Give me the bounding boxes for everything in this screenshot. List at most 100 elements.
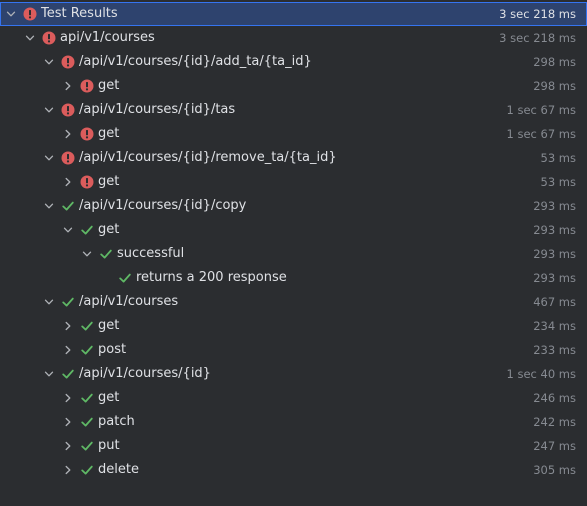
duration-label: 53 ms xyxy=(540,175,576,189)
error-icon xyxy=(79,174,95,190)
check-icon xyxy=(79,390,95,406)
error-icon xyxy=(60,150,76,166)
test-tree-row[interactable]: get 246 ms xyxy=(0,386,587,410)
test-name-label: /api/v1/courses/{id}/add_ta/{ta_id} xyxy=(79,54,312,69)
duration-label: 305 ms xyxy=(533,463,576,477)
test-tree-row[interactable]: successful 293 ms xyxy=(0,242,587,266)
test-tree-row[interactable]: /api/v1/courses/{id}/copy 293 ms xyxy=(0,194,587,218)
duration-label: 293 ms xyxy=(533,223,576,237)
test-tree-row[interactable]: get 293 ms xyxy=(0,218,587,242)
duration-label: 234 ms xyxy=(533,319,576,333)
test-name-label: /api/v1/courses/{id}/copy xyxy=(79,198,247,213)
error-icon xyxy=(79,126,95,142)
chevron-down-icon[interactable] xyxy=(41,54,57,70)
test-tree-row[interactable]: api/v1/courses 3 sec 218 ms xyxy=(0,26,587,50)
test-name-label: get xyxy=(98,126,120,141)
error-icon xyxy=(41,30,57,46)
test-tree-row[interactable]: get 1 sec 67 ms xyxy=(0,122,587,146)
chevron-down-icon[interactable] xyxy=(41,150,57,166)
test-tree-row[interactable]: put 247 ms xyxy=(0,434,587,458)
duration-label: 247 ms xyxy=(533,439,576,453)
test-name-label: /api/v1/courses/{id} xyxy=(79,366,211,381)
test-name-label: get xyxy=(98,390,120,405)
check-icon xyxy=(60,366,76,382)
check-icon xyxy=(60,294,76,310)
chevron-right-icon[interactable] xyxy=(60,462,76,478)
test-tree-row[interactable]: patch 242 ms xyxy=(0,410,587,434)
check-icon xyxy=(117,270,133,286)
duration-label: 1 sec 67 ms xyxy=(506,127,577,141)
test-results-root-row[interactable]: Test Results 3 sec 218 ms xyxy=(0,2,587,26)
test-tree-row[interactable]: /api/v1/courses/{id} 1 sec 40 ms xyxy=(0,362,587,386)
test-name-label: successful xyxy=(117,246,185,261)
check-icon xyxy=(79,438,95,454)
test-tree-row[interactable]: returns a 200 response 293 ms xyxy=(0,266,587,290)
check-icon xyxy=(98,246,114,262)
check-icon xyxy=(79,222,95,238)
test-tree-row[interactable]: post 233 ms xyxy=(0,338,587,362)
test-tree-row[interactable]: get 298 ms xyxy=(0,74,587,98)
test-tree-row[interactable]: /api/v1/courses/{id}/remove_ta/{ta_id} 53… xyxy=(0,146,587,170)
test-name-label: delete xyxy=(98,462,139,477)
duration-label: 293 ms xyxy=(533,247,576,261)
test-name-label: get xyxy=(98,222,120,237)
chevron-down-icon[interactable] xyxy=(79,246,95,262)
chevron-right-icon[interactable] xyxy=(60,342,76,358)
error-icon xyxy=(60,54,76,70)
test-name-label: /api/v1/courses/{id}/tas xyxy=(79,102,236,117)
test-tree-row[interactable]: /api/v1/courses 467 ms xyxy=(0,290,587,314)
error-icon xyxy=(79,78,95,94)
chevron-down-icon[interactable] xyxy=(41,102,57,118)
chevron-right-icon[interactable] xyxy=(60,126,76,142)
duration-label: 53 ms xyxy=(540,151,576,165)
duration-label: 298 ms xyxy=(533,55,576,69)
test-name-label: post xyxy=(98,342,127,357)
test-tree-row[interactable]: get 53 ms xyxy=(0,170,587,194)
chevron-down-icon[interactable] xyxy=(3,6,19,22)
duration-label: 298 ms xyxy=(533,79,576,93)
duration-label: 467 ms xyxy=(533,295,576,309)
duration-label: 293 ms xyxy=(533,199,576,213)
duration-label: 3 sec 218 ms xyxy=(499,7,576,21)
check-icon xyxy=(79,318,95,334)
test-name-label: api/v1/courses xyxy=(60,30,155,45)
chevron-right-icon[interactable] xyxy=(60,390,76,406)
test-name-label: put xyxy=(98,438,120,453)
chevron-down-icon[interactable] xyxy=(41,198,57,214)
test-name-label: /api/v1/courses/{id}/remove_ta/{ta_id} xyxy=(79,150,337,165)
test-name-label: get xyxy=(98,174,120,189)
duration-label: 246 ms xyxy=(533,391,576,405)
test-name-label: get xyxy=(98,78,120,93)
check-icon xyxy=(79,342,95,358)
chevron-down-icon[interactable] xyxy=(41,294,57,310)
test-name-label: /api/v1/courses xyxy=(79,294,179,309)
duration-label: 293 ms xyxy=(533,271,576,285)
duration-label: 1 sec 67 ms xyxy=(506,103,577,117)
duration-label: 3 sec 218 ms xyxy=(499,31,576,45)
error-icon xyxy=(22,6,38,22)
test-tree-row[interactable]: delete 305 ms xyxy=(0,458,587,482)
test-name-label: patch xyxy=(98,414,135,429)
test-name-label: get xyxy=(98,318,120,333)
test-tree-row[interactable]: get 234 ms xyxy=(0,314,587,338)
check-icon xyxy=(60,198,76,214)
chevron-down-icon[interactable] xyxy=(22,30,38,46)
test-results-tree: Test Results 3 sec 218 ms api/v1/courses 3 … xyxy=(0,0,587,506)
test-name-label: returns a 200 response xyxy=(136,270,287,285)
chevron-right-icon[interactable] xyxy=(60,438,76,454)
chevron-down-icon[interactable] xyxy=(60,222,76,238)
test-tree-row[interactable]: /api/v1/courses/{id}/tas 1 sec 67 ms xyxy=(0,98,587,122)
duration-label: 233 ms xyxy=(533,343,576,357)
test-tree-row[interactable]: /api/v1/courses/{id}/add_ta/{ta_id} 298 m… xyxy=(0,50,587,74)
duration-label: 242 ms xyxy=(533,415,576,429)
check-icon xyxy=(79,462,95,478)
check-icon xyxy=(79,414,95,430)
duration-label: 1 sec 40 ms xyxy=(506,367,577,381)
chevron-right-icon[interactable] xyxy=(60,78,76,94)
chevron-right-icon[interactable] xyxy=(60,318,76,334)
error-icon xyxy=(60,102,76,118)
chevron-right-icon[interactable] xyxy=(60,174,76,190)
chevron-right-icon[interactable] xyxy=(60,414,76,430)
test-name-label: Test Results xyxy=(41,6,118,21)
chevron-down-icon[interactable] xyxy=(41,366,57,382)
